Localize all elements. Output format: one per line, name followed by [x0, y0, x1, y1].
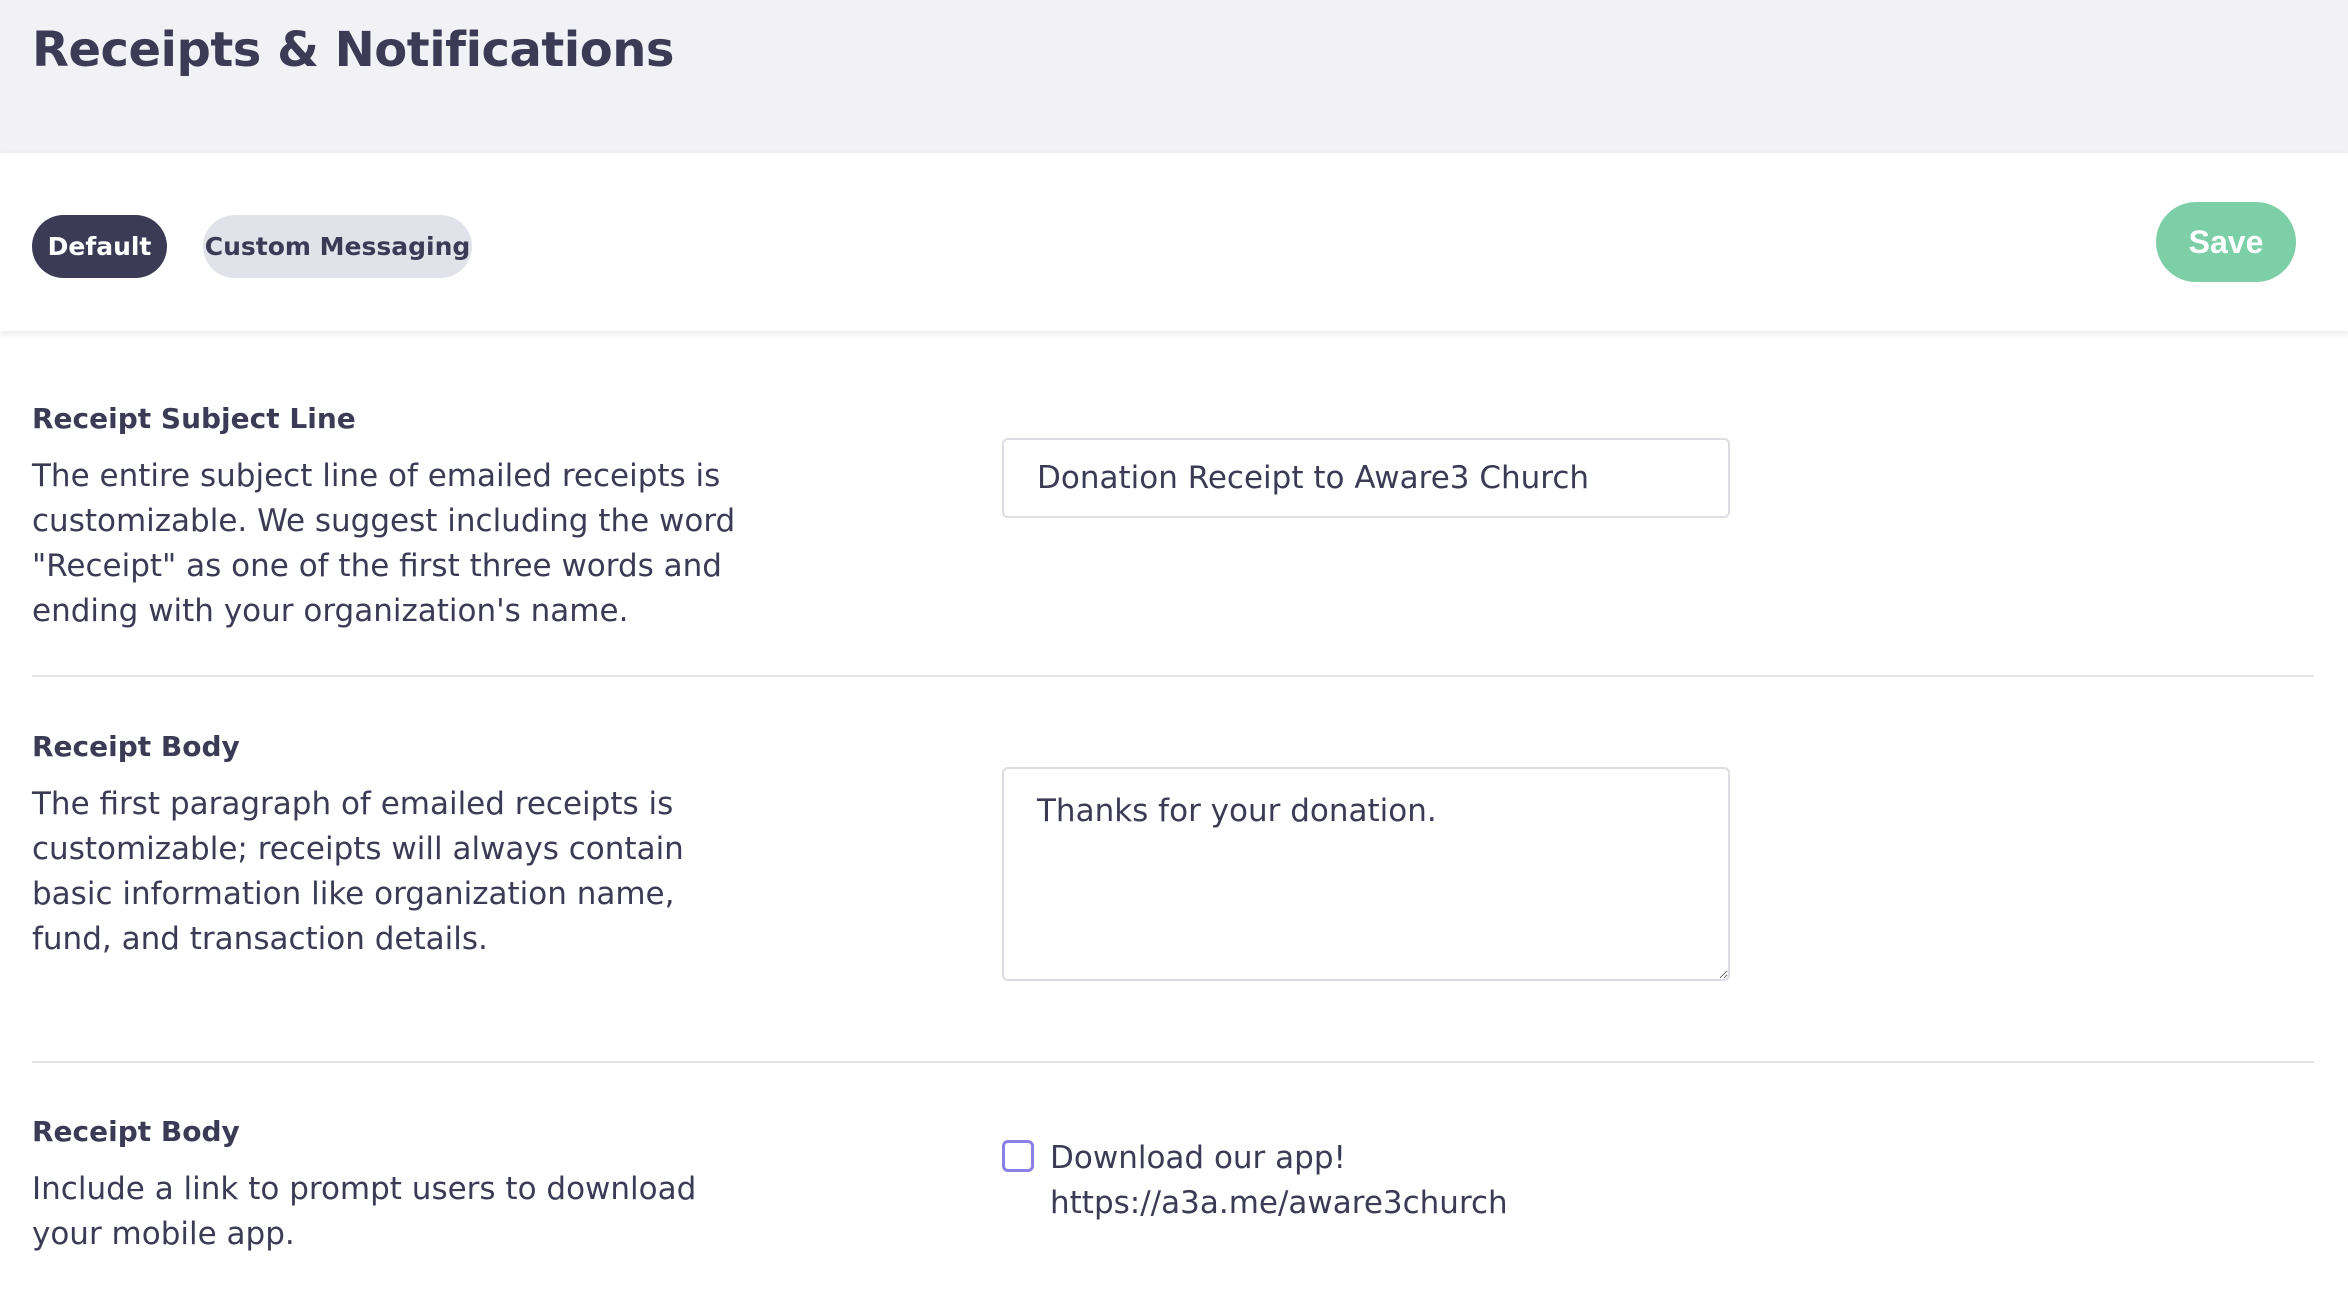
toolbar: Default Custom Messaging Save [0, 153, 2348, 331]
app-link-title: Receipt Body [32, 1115, 240, 1148]
divider [32, 675, 2314, 677]
subject-line-title: Receipt Subject Line [32, 402, 356, 435]
subject-line-input[interactable] [1002, 438, 1730, 518]
download-app-label[interactable]: Download our app! [1050, 1136, 1346, 1181]
tab-custom-messaging[interactable]: Custom Messaging [203, 215, 472, 278]
page-header: Receipts & Notifications [0, 0, 2348, 153]
receipt-body-title: Receipt Body [32, 730, 240, 763]
save-button[interactable]: Save [2156, 202, 2296, 282]
download-app-checkbox[interactable] [1002, 1140, 1034, 1172]
subject-line-description: The entire subject line of emailed recei… [32, 458, 736, 629]
page-title: Receipts & Notifications [32, 22, 674, 78]
receipt-body-description: The first paragraph of emailed receipts … [32, 786, 684, 957]
download-app-url: https://a3a.me/aware3church [1050, 1185, 1508, 1221]
app-link-description: Include a link to prompt users to downlo… [32, 1171, 697, 1252]
tab-default[interactable]: Default [32, 215, 167, 278]
receipt-body-textarea[interactable]: Thanks for your donation. [1002, 767, 1730, 981]
divider [32, 1061, 2314, 1063]
